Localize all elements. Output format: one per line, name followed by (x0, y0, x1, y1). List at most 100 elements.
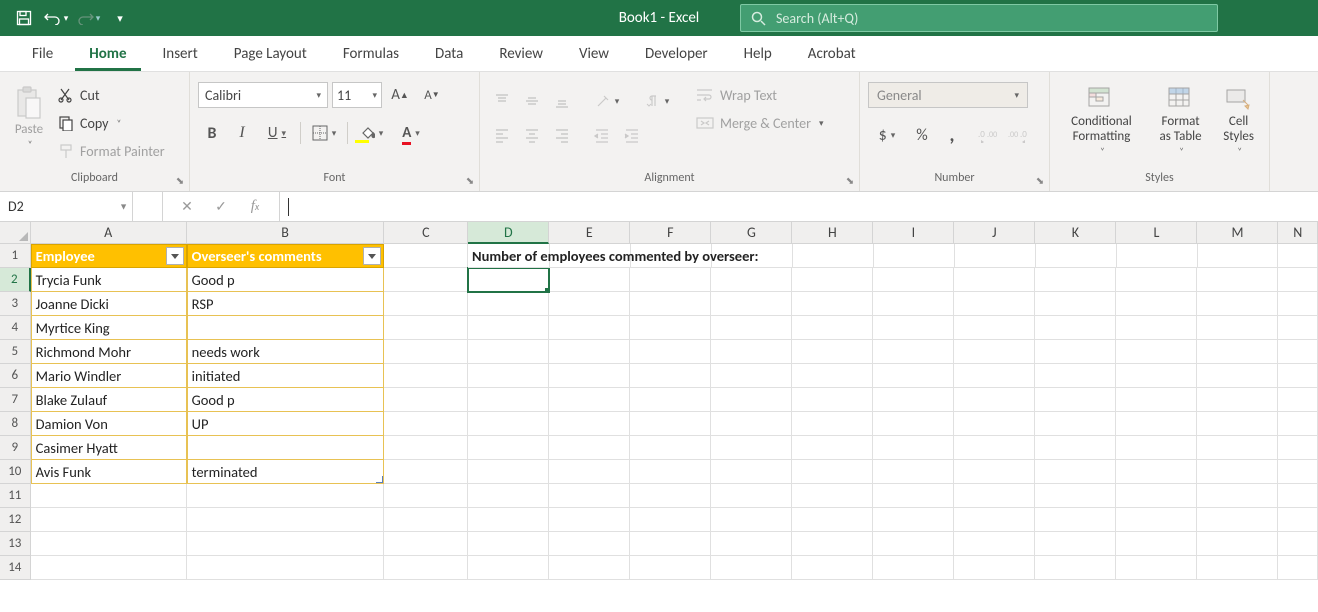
alignment-launcher-icon[interactable]: ⬊ (843, 173, 857, 187)
cell-J4[interactable] (954, 316, 1035, 340)
name-box[interactable]: D2 ▼ (0, 192, 133, 221)
worksheet-grid[interactable]: A B C D E F G H I J K L M N 1EmployeeOve… (0, 222, 1318, 580)
cell-I1[interactable] (874, 244, 955, 268)
cell-I7[interactable] (873, 388, 954, 412)
cell-E11[interactable] (549, 484, 630, 508)
cell-I2[interactable] (873, 268, 954, 292)
cell-M3[interactable] (1197, 292, 1278, 316)
cell-A7[interactable]: Blake Zulauf (31, 388, 187, 412)
cell-I14[interactable] (873, 556, 954, 580)
cell-A9[interactable]: Casimer Hyatt (31, 436, 187, 460)
cell-N5[interactable] (1278, 340, 1318, 364)
number-format-select[interactable]: General▾ (868, 82, 1028, 108)
cell-F2[interactable] (630, 268, 711, 292)
row-header-2[interactable]: 2 (0, 268, 31, 292)
cell-E8[interactable] (549, 412, 630, 436)
cell-C4[interactable] (384, 316, 468, 340)
tab-formulas[interactable]: Formulas (329, 36, 413, 71)
cell-C13[interactable] (384, 532, 468, 556)
cell-B14[interactable] (187, 556, 384, 580)
col-header-N[interactable]: N (1278, 222, 1318, 244)
decrease-decimal-icon[interactable]: .00.0 (1004, 122, 1032, 148)
cell-C6[interactable] (384, 364, 468, 388)
cell-E14[interactable] (549, 556, 630, 580)
cell-I3[interactable] (873, 292, 954, 316)
cell-K4[interactable] (1035, 316, 1116, 340)
cell-E6[interactable] (549, 364, 630, 388)
cell-L12[interactable] (1116, 508, 1197, 532)
decrease-indent-icon[interactable] (588, 122, 616, 148)
cell-D2[interactable] (468, 268, 549, 292)
cell-H4[interactable] (792, 316, 873, 340)
cell-D12[interactable] (468, 508, 549, 532)
cell-G7[interactable] (711, 388, 792, 412)
tab-help[interactable]: Help (730, 36, 786, 71)
align-left-icon[interactable] (488, 122, 516, 148)
cell-B9[interactable] (187, 436, 384, 460)
cell-C2[interactable] (384, 268, 468, 292)
cell-D11[interactable] (468, 484, 549, 508)
cell-A2[interactable]: Trycia Funk (31, 268, 187, 292)
cell-I11[interactable] (873, 484, 954, 508)
cell-K1[interactable] (1036, 244, 1117, 268)
cell-K5[interactable] (1035, 340, 1116, 364)
cell-D4[interactable] (468, 316, 549, 340)
font-color-button[interactable]: A▾ (392, 120, 430, 146)
tab-review[interactable]: Review (485, 36, 557, 71)
cell-K2[interactable] (1035, 268, 1116, 292)
cell-L8[interactable] (1116, 412, 1197, 436)
cell-A10[interactable]: Avis Funk (31, 460, 187, 484)
cell-D9[interactable] (468, 436, 549, 460)
row-header-3[interactable]: 3 (0, 292, 31, 316)
cell-M2[interactable] (1197, 268, 1278, 292)
cell-J6[interactable] (954, 364, 1035, 388)
cell-J9[interactable] (954, 436, 1035, 460)
cell-M8[interactable] (1197, 412, 1278, 436)
cell-I4[interactable] (873, 316, 954, 340)
clipboard-launcher-icon[interactable]: ⬊ (173, 173, 187, 187)
cell-J10[interactable] (954, 460, 1035, 484)
undo-icon[interactable]: ▾ (42, 4, 70, 32)
underline-button[interactable]: U▾ (258, 120, 296, 146)
cell-E12[interactable] (549, 508, 630, 532)
cell-C9[interactable] (384, 436, 468, 460)
cell-M6[interactable] (1197, 364, 1278, 388)
cell-A1[interactable]: Employee (31, 244, 187, 268)
cell-I8[interactable] (873, 412, 954, 436)
col-header-C[interactable]: C (384, 222, 468, 244)
cell-C1[interactable] (384, 244, 468, 268)
cell-M13[interactable] (1197, 532, 1278, 556)
format-painter-button[interactable]: Format Painter (54, 138, 169, 164)
cell-J3[interactable] (954, 292, 1035, 316)
cell-M11[interactable] (1197, 484, 1278, 508)
cell-H3[interactable] (792, 292, 873, 316)
cell-N4[interactable] (1278, 316, 1318, 340)
row-header-5[interactable]: 5 (0, 340, 31, 364)
cell-E7[interactable] (549, 388, 630, 412)
cell-L3[interactable] (1116, 292, 1197, 316)
cell-G5[interactable] (711, 340, 792, 364)
cell-E13[interactable] (549, 532, 630, 556)
cell-J13[interactable] (954, 532, 1035, 556)
wrap-text-button[interactable]: Wrap Text (692, 82, 828, 108)
col-header-B[interactable]: B (187, 222, 385, 244)
cell-G10[interactable] (711, 460, 792, 484)
cell-L13[interactable] (1116, 532, 1197, 556)
cell-G2[interactable] (711, 268, 792, 292)
cell-B11[interactable] (187, 484, 384, 508)
cut-button[interactable]: Cut (54, 82, 169, 108)
cell-N7[interactable] (1278, 388, 1318, 412)
filter-dropdown-B[interactable] (363, 247, 381, 265)
enter-formula-icon[interactable]: ✓ (207, 194, 235, 220)
cell-B1[interactable]: Overseer's comments (187, 244, 384, 268)
cell-N9[interactable] (1278, 436, 1318, 460)
cell-M12[interactable] (1197, 508, 1278, 532)
cell-D8[interactable] (468, 412, 549, 436)
row-header-14[interactable]: 14 (0, 556, 31, 580)
bold-button[interactable]: B (198, 120, 226, 146)
cell-G13[interactable] (711, 532, 792, 556)
cell-styles-button[interactable]: Cell Styles˅ (1216, 82, 1261, 161)
formula-input[interactable] (280, 192, 1318, 221)
col-header-I[interactable]: I (873, 222, 954, 244)
cell-C14[interactable] (384, 556, 468, 580)
